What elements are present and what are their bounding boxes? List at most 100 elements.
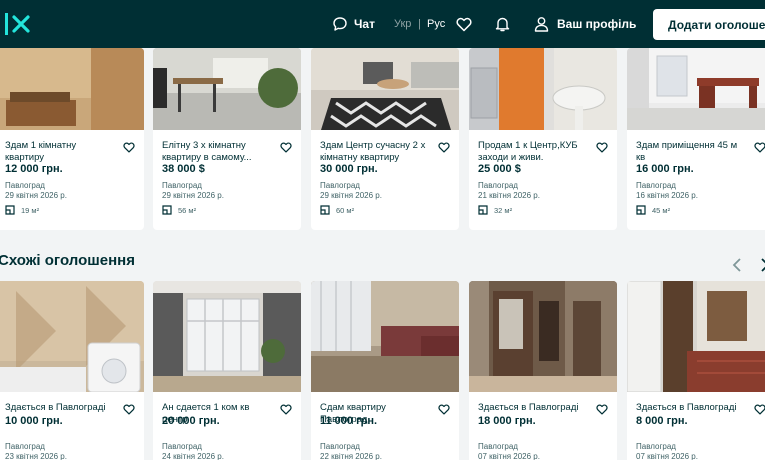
listing-city: Павлоград — [162, 181, 202, 190]
listing-photo — [311, 48, 459, 130]
listing-title[interactable]: Здається в Павлограді — [478, 402, 590, 414]
listing-card[interactable]: Здам Центр сучасну 2 х кімнатну квартиру… — [311, 48, 459, 230]
favorite-heart-icon[interactable] — [596, 140, 608, 158]
listing-price: 38 000 $ — [162, 163, 205, 175]
listing-photo — [469, 48, 617, 130]
listing-card[interactable]: Здається в Павлограді 8 000 грн. Павлогр… — [627, 281, 765, 460]
lang-separator: | — [418, 18, 421, 30]
listing-card[interactable]: Здається в Павлограді 10 000 грн. Павлог… — [0, 281, 144, 460]
favorite-heart-icon[interactable] — [596, 402, 608, 420]
floor-plan-icon — [320, 205, 330, 215]
listing-area-value: 32 м² — [494, 205, 513, 215]
listing-location: Павлоград 29 квітня 2026 р. — [320, 181, 382, 201]
listing-card[interactable]: Сдам квартиру Павлоград 11 000 грн. Павл… — [311, 281, 459, 460]
listing-card[interactable]: Продам 1 к Центр,КУБ заходи и живи. 25 0… — [469, 48, 617, 230]
user-icon — [534, 17, 549, 32]
listing-title[interactable]: Здається в Павлограді — [5, 402, 117, 414]
lang-ukr[interactable]: Укр — [394, 0, 411, 48]
listing-area-value: 45 м² — [652, 205, 671, 215]
listing-date: 29 квітня 2026 р. — [162, 191, 224, 200]
listing-card[interactable]: Ан сдается 1 ком кв центр 20 000 грн. Па… — [153, 281, 301, 460]
favorite-heart-icon[interactable] — [754, 140, 765, 158]
listing-title[interactable]: Елітну 3 х кімнатну квартиру в самому... — [162, 140, 274, 164]
favorite-heart-icon[interactable] — [280, 140, 292, 158]
carousel-prev-button[interactable] — [732, 258, 742, 277]
listing-area-value: 19 м² — [21, 205, 40, 215]
listing-city: Павлоград — [162, 442, 202, 451]
listing-title[interactable]: Здам Центр сучасну 2 х кімнатну квартиру — [320, 140, 432, 164]
listing-card[interactable]: Здам 1 кімнатну квартиру 12 000 грн. Пав… — [0, 48, 144, 230]
listing-photo — [311, 281, 459, 392]
floor-plan-icon — [636, 205, 646, 215]
favorite-heart-icon[interactable] — [123, 402, 135, 420]
listing-area: 45 м² — [636, 205, 670, 215]
listing-photo — [153, 48, 301, 130]
listing-price: 20 000 грн. — [162, 415, 220, 427]
favorite-heart-icon[interactable] — [438, 140, 450, 158]
listing-location: Павлоград 21 квітня 2026 р. — [478, 181, 540, 201]
chevron-right-icon — [761, 258, 765, 272]
favorite-heart-icon[interactable] — [754, 402, 765, 420]
chevron-left-icon — [732, 258, 741, 272]
listing-price: 16 000 грн. — [636, 163, 694, 175]
listing-price: 10 000 грн. — [5, 415, 63, 427]
listing-card[interactable]: Здається в Павлограді 18 000 грн. Павлог… — [469, 281, 617, 460]
profile-label: Ваш профіль — [557, 17, 637, 31]
add-listing-button[interactable]: Додати оголошення — [653, 9, 765, 40]
listing-date: 21 квітня 2026 р. — [478, 191, 540, 200]
listing-city: Павлоград — [5, 442, 45, 451]
listing-price: 18 000 грн. — [478, 415, 536, 427]
listing-photo — [153, 281, 301, 392]
listing-city: Павлоград — [636, 181, 676, 190]
listing-date: 23 квітня 2026 р. — [5, 452, 67, 460]
listing-date: 07 квітня 2026 р. — [636, 452, 698, 460]
listing-location: Павлоград 07 квітня 2026 р. — [636, 442, 698, 460]
favorite-heart-icon[interactable] — [280, 402, 292, 420]
listing-location: Павлоград 07 квітня 2026 р. — [478, 442, 540, 460]
listing-location: Павлоград 29 квітня 2026 р. — [162, 181, 224, 201]
favorites-button[interactable] — [456, 0, 472, 48]
chat-link[interactable]: Чат — [332, 0, 375, 48]
listing-city: Павлоград — [320, 181, 360, 190]
similar-listings-heading: Схожі оголошення — [0, 252, 135, 269]
favorite-heart-icon[interactable] — [123, 140, 135, 158]
listing-photo — [0, 48, 144, 130]
listing-area: 56 м² — [162, 205, 196, 215]
profile-link[interactable]: Ваш профіль — [534, 0, 636, 48]
listing-price: 8 000 грн. — [636, 415, 688, 427]
chat-label: Чат — [354, 17, 375, 31]
carousel-next-button[interactable] — [760, 258, 765, 277]
chat-bubble-icon — [333, 17, 347, 31]
lang-rus[interactable]: Рус — [427, 0, 445, 48]
bell-icon — [495, 17, 510, 32]
listing-city: Павлоград — [320, 442, 360, 451]
listing-date: 07 квітня 2026 р. — [478, 452, 540, 460]
listing-location: Павлоград 24 квітня 2026 р. — [162, 442, 224, 460]
listing-price: 11 000 грн. — [320, 415, 378, 427]
listing-city: Павлоград — [5, 181, 45, 190]
listing-area: 32 м² — [478, 205, 512, 215]
listing-city: Павлоград — [636, 442, 676, 451]
listing-price: 12 000 грн. — [5, 163, 63, 175]
floor-plan-icon — [478, 205, 488, 215]
listing-title[interactable]: Здам 1 кімнатну квартиру — [5, 140, 117, 164]
notifications-button[interactable] — [495, 0, 510, 48]
olx-logo[interactable] — [0, 9, 36, 39]
listing-location: Павлоград 16 квітня 2026 р. — [636, 181, 698, 201]
listing-price: 25 000 $ — [478, 163, 521, 175]
listing-date: 24 квітня 2026 р. — [162, 452, 224, 460]
top-header: Чат Укр | Рус Ваш профіль Додати оголоше… — [0, 0, 765, 48]
listing-location: Павлоград 29 квітня 2026 р. — [5, 181, 67, 201]
listing-title[interactable]: Здам приміщення 45 м кв — [636, 140, 748, 164]
floor-plan-icon — [5, 205, 15, 215]
listing-price: 30 000 грн. — [320, 163, 378, 175]
favorite-heart-icon[interactable] — [438, 402, 450, 420]
listing-title[interactable]: Здається в Павлограді — [636, 402, 748, 414]
listing-area: 19 м² — [5, 205, 39, 215]
listing-title[interactable]: Продам 1 к Центр,КУБ заходи и живи. — [478, 140, 590, 164]
listing-card[interactable]: Здам приміщення 45 м кв 16 000 грн. Павл… — [627, 48, 765, 230]
listing-photo — [627, 281, 765, 392]
listing-card[interactable]: Елітну 3 х кімнатну квартиру в самому...… — [153, 48, 301, 230]
listing-city: Павлоград — [478, 181, 518, 190]
listing-location: Павлоград 22 квітня 2026 р. — [320, 442, 382, 460]
